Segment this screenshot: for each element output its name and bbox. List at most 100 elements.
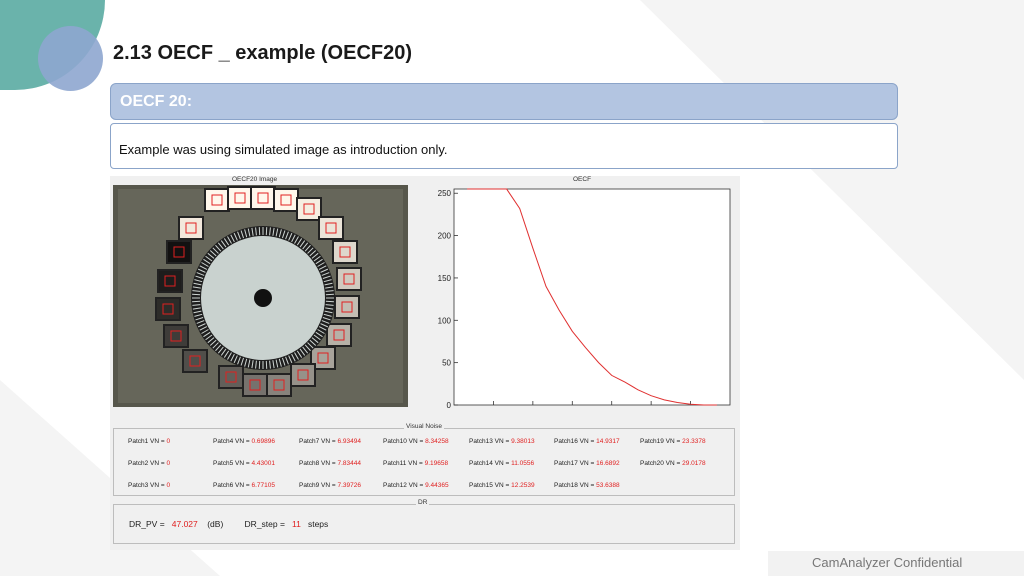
dr-step-value: 11 xyxy=(292,519,301,529)
chart-patch xyxy=(159,271,181,291)
visual-noise-item: Patch11 VN = 9.19658 xyxy=(383,460,448,467)
visual-noise-label: Patch19 VN = xyxy=(640,438,683,445)
chart-patch xyxy=(252,188,274,208)
visual-noise-item: Patch20 VN = 29.0178 xyxy=(640,460,706,467)
description-box: Example was using simulated image as int… xyxy=(110,123,898,169)
y-tick-label: 0 xyxy=(447,401,452,410)
oecf20-image xyxy=(113,185,408,407)
visual-noise-item: Patch6 VN = 6.77105 xyxy=(213,482,275,489)
dr-pv-value: 47.027 xyxy=(171,519,198,529)
visual-noise-label: Patch5 VN = xyxy=(213,460,252,467)
visual-noise-value: 11.0556 xyxy=(511,460,535,467)
visual-noise-item: Patch7 VN = 6.93494 xyxy=(299,438,361,445)
visual-noise-value: 53.6388 xyxy=(596,482,620,489)
figure-window: OECF20 Image OECF 0 50 100 150 200 250 Visual… xyxy=(110,176,740,550)
oecf-plot-svg: 0 50 100 150 200 250 xyxy=(438,188,731,410)
plot-title: OECF xyxy=(573,176,592,183)
visual-noise-value: 23.3378 xyxy=(682,438,706,445)
visual-noise-value: 0 xyxy=(166,482,171,489)
visual-noise-value: 9.44365 xyxy=(425,482,449,489)
oecf-plot: 0 50 100 150 200 250 xyxy=(430,183,736,411)
image-title: OECF20 Image xyxy=(232,176,278,183)
dr-pv-unit: (dB) xyxy=(207,519,224,529)
visual-noise-value: 29.0178 xyxy=(682,460,706,467)
visual-noise-label: Patch2 VN = xyxy=(128,460,167,467)
chart-patch xyxy=(168,242,190,262)
chart-patch xyxy=(157,299,179,319)
visual-noise-value: 0.69896 xyxy=(251,438,275,445)
y-tick-label: 250 xyxy=(438,189,452,198)
chart-patch xyxy=(165,326,187,346)
chart-patch xyxy=(220,367,242,387)
chart-patch xyxy=(328,325,350,345)
visual-noise-label: Patch4 VN = xyxy=(213,438,252,445)
visual-noise-value: 6.77105 xyxy=(251,482,275,489)
visual-noise-item: Patch16 VN = 14.9317 xyxy=(554,438,620,445)
circle-decoration xyxy=(38,26,103,91)
visual-noise-label: Patch17 VN = xyxy=(554,460,597,467)
chart-patch xyxy=(184,351,206,371)
visual-noise-value: 7.39726 xyxy=(337,482,361,489)
dial-center xyxy=(254,289,272,307)
y-tick-label: 100 xyxy=(438,316,452,325)
visual-noise-label: Patch3 VN = xyxy=(128,482,167,489)
visual-noise-item: Patch4 VN = 0.69896 xyxy=(213,438,275,445)
visual-noise-label: Patch15 VN = xyxy=(469,482,512,489)
visual-noise-label: Patch8 VN = xyxy=(299,460,338,467)
visual-noise-item: Patch3 VN = 0 xyxy=(128,482,170,489)
chart-patch xyxy=(229,188,251,208)
slide-title: 2.13 OECF _ example (OECF20) xyxy=(113,42,413,64)
visual-noise-value: 16.6892 xyxy=(596,460,620,467)
chart-patch xyxy=(334,242,356,262)
visual-noise-item: Patch9 VN = 7.39726 xyxy=(299,482,361,489)
visual-noise-item: Patch8 VN = 7.83444 xyxy=(299,460,361,467)
visual-noise-label: Patch12 VN = xyxy=(383,482,426,489)
y-tick-label: 150 xyxy=(438,274,452,283)
visual-noise-label: Patch11 VN = xyxy=(383,460,425,467)
chart-patch xyxy=(320,218,342,238)
chart-patch xyxy=(336,297,358,317)
visual-noise-item: Patch18 VN = 53.6388 xyxy=(554,482,620,489)
visual-noise-value: 14.9317 xyxy=(596,438,620,445)
visual-noise-item: Patch13 VN = 9.38013 xyxy=(469,438,535,445)
banner-label: OECF 20: xyxy=(120,93,193,110)
section-banner: OECF 20: xyxy=(110,83,898,120)
visual-noise-label: Patch14 VN = xyxy=(469,460,512,467)
visual-noise-value: 0 xyxy=(166,438,171,445)
visual-noise-label: Patch10 VN = xyxy=(383,438,426,445)
visual-noise-label: Patch20 VN = xyxy=(640,460,683,467)
chart-patch xyxy=(298,199,320,219)
footer: CamAnalyzer Confidential xyxy=(768,551,1024,576)
y-tick-label: 200 xyxy=(438,232,452,241)
dr-title: DR xyxy=(416,499,430,506)
description-text: Example was using simulated image as int… xyxy=(119,142,448,157)
visual-noise-label: Patch7 VN = xyxy=(299,438,338,445)
visual-noise-value: 9.19658 xyxy=(424,460,449,467)
chart-patch xyxy=(180,218,202,238)
dr-values: DR_PV = 47.027 (dB) DR_step = 11 steps xyxy=(129,519,328,529)
visual-noise-label: Patch9 VN = xyxy=(299,482,338,489)
plot-area xyxy=(453,188,731,406)
chart-patch xyxy=(275,190,297,210)
chart-patch xyxy=(244,375,266,395)
visual-noise-item: Patch15 VN = 12.2539 xyxy=(469,482,535,489)
dr-step-unit: steps xyxy=(307,519,329,529)
y-tick-label: 50 xyxy=(442,359,451,368)
chart-patch xyxy=(292,365,314,385)
visual-noise-item: Patch2 VN = 0 xyxy=(128,460,170,467)
visual-noise-value: 4.43001 xyxy=(251,460,275,467)
dr-panel: DR DR_PV = 47.027 (dB) DR_step = 11 step… xyxy=(113,499,735,544)
visual-noise-value: 7.83444 xyxy=(337,460,361,467)
visual-noise-panel: Visual Noise Patch1 VN = 0 Patch2 VN = 0P… xyxy=(113,423,735,496)
visual-noise-label: Patch1 VN = xyxy=(128,438,167,445)
visual-noise-item: Patch12 VN = 9.44365 xyxy=(383,482,449,489)
visual-noise-value: 6.93494 xyxy=(337,438,361,445)
chart-patch xyxy=(338,269,360,289)
visual-noise-label: Patch18 VN = xyxy=(554,482,597,489)
visual-noise-label: Patch6 VN = xyxy=(213,482,252,489)
visual-noise-label: Patch13 VN = xyxy=(469,438,512,445)
dr-step-label: DR_step = xyxy=(244,519,285,529)
chart-patch xyxy=(206,190,228,210)
visual-noise-value: 8.34258 xyxy=(425,438,449,445)
visual-noise-title: Visual Noise xyxy=(404,423,445,430)
